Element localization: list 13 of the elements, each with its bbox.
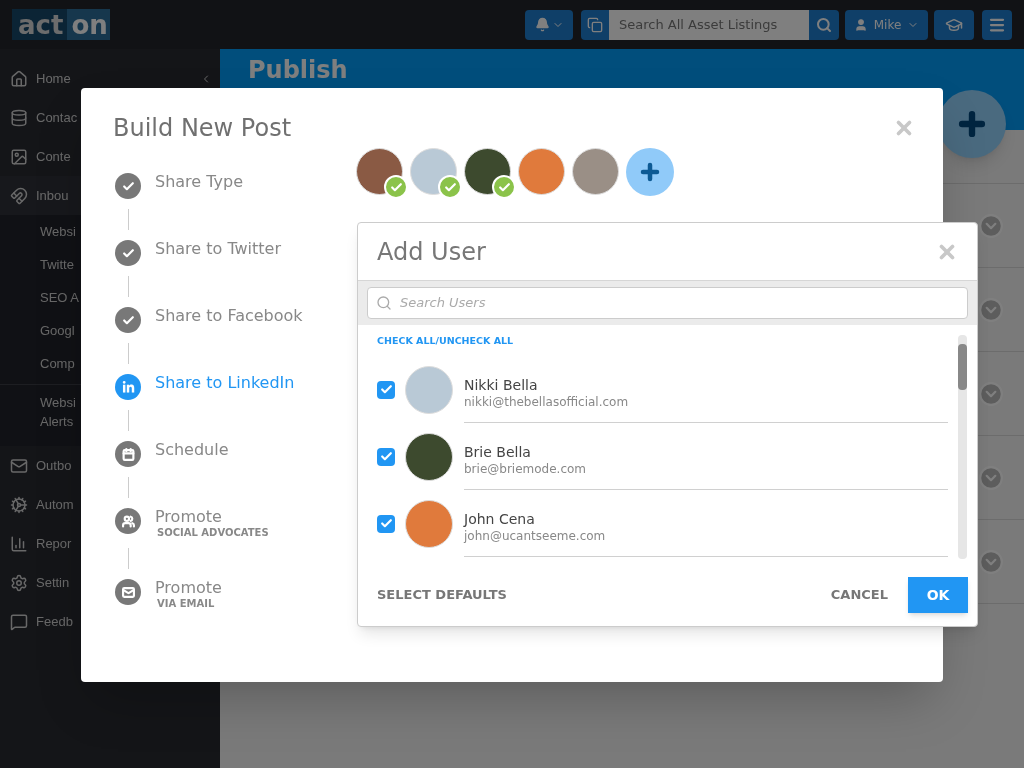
step-sublabel: VIA EMAIL — [157, 599, 216, 609]
logo-text: act — [12, 9, 68, 40]
user-name: John Cena — [464, 510, 536, 529]
user-email: john@ucantseeme.com — [464, 528, 607, 545]
user-email: nikki@thebellasofficial.com — [464, 394, 630, 411]
user-name: Nikki Bella — [464, 376, 539, 395]
user-email: brie@briemode.com — [464, 461, 587, 478]
page-title: Publish — [248, 56, 348, 84]
dialog-title: Add User — [377, 236, 486, 268]
user-name: Brie Bella — [464, 443, 532, 462]
step-sublabel: SOCIAL ADVOCATES — [157, 528, 269, 538]
dialog-title: Build New Post — [113, 113, 292, 144]
logo-text: on — [67, 9, 110, 40]
